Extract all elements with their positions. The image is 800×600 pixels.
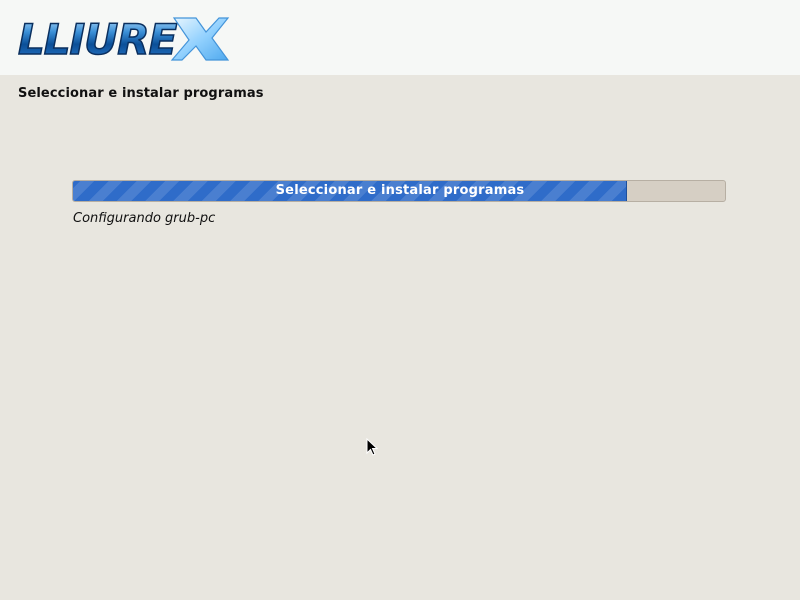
lliurex-logo: LLIURE [17,14,230,64]
logo-letters: LLIURE [18,15,178,64]
progress-status-text: Configurando grub-pc [73,211,216,226]
progress-bar-label: Seleccionar e instalar programas [275,183,525,198]
page-title: Seleccionar e instalar programas [18,86,264,101]
logo-x-mark [170,17,230,61]
header-banner: LLIURE [0,0,800,75]
mouse-pointer-icon [366,438,378,456]
progress-bar: Seleccionar e instalar programas [72,180,726,202]
